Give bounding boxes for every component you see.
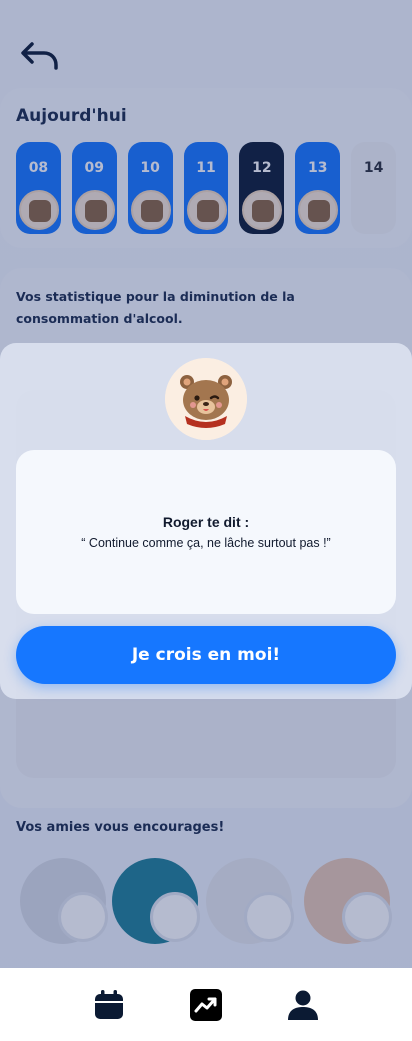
calendar-icon	[94, 989, 123, 1019]
user-icon	[288, 990, 319, 1020]
bottom-nav	[0, 968, 412, 1041]
message-quote: “ Continue comme ça, ne lâche surtout pa…	[81, 536, 331, 550]
message-title: Roger te dit :	[162, 514, 250, 530]
believe-in-me-button[interactable]: Je crois en moi!	[16, 626, 396, 684]
trending-up-icon	[189, 988, 222, 1021]
app-screen: Aujourd'hui 08 09 10 11 12 13 14 Vos sta…	[0, 0, 412, 1041]
nav-profile-button[interactable]	[283, 985, 323, 1025]
nav-calendar-button[interactable]	[89, 985, 129, 1025]
roger-avatar	[165, 358, 247, 440]
message-box: Roger te dit : “ Continue comme ça, ne l…	[16, 450, 396, 614]
nav-progress-button[interactable]	[186, 985, 226, 1025]
bear-icon	[165, 358, 247, 440]
